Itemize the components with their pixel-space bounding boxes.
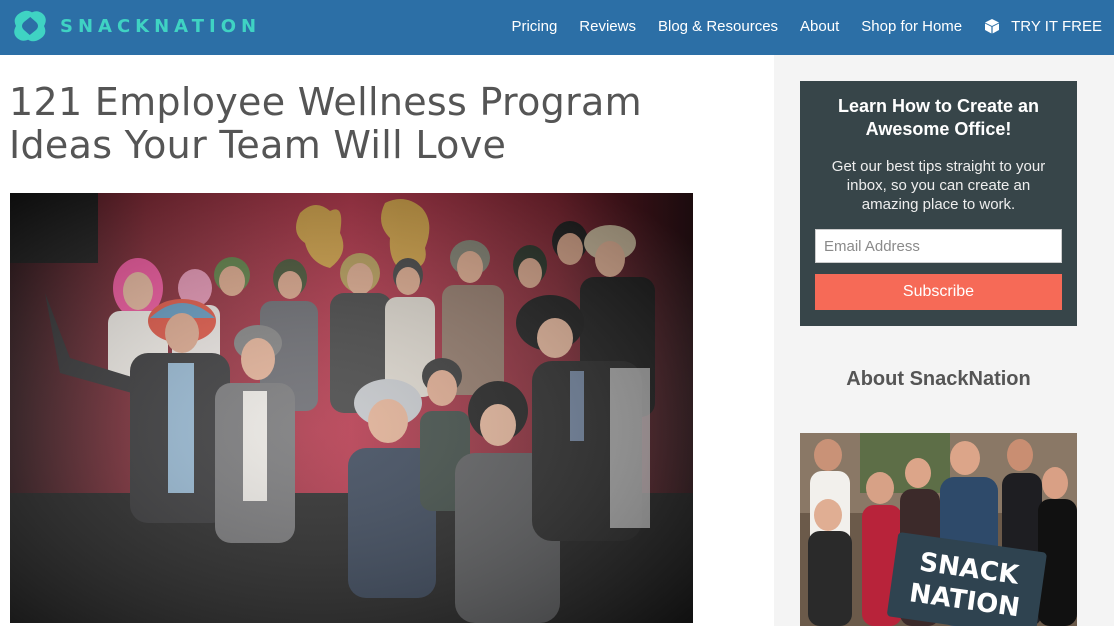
- subscribe-button[interactable]: Subscribe: [815, 274, 1062, 310]
- nav-shop-for-home[interactable]: Shop for Home: [861, 18, 962, 35]
- email-address-input[interactable]: [815, 229, 1062, 263]
- article-title-line-1: 121 Employee Wellness Program: [9, 80, 642, 124]
- about-team-image: SNACK NATION: [800, 433, 1077, 626]
- signup-title: Learn How to Create an Awesome Office!: [800, 95, 1077, 141]
- signup-description-line-1: Get our best tips straight to your: [831, 158, 1046, 175]
- signup-title-line-2: Awesome Office!: [865, 119, 1012, 139]
- try-it-free-link[interactable]: TRY IT FREE: [984, 18, 1102, 35]
- nav-pricing[interactable]: Pricing: [511, 18, 557, 35]
- signup-title-line-1: Learn How to Create an: [837, 96, 1040, 116]
- main-nav: Pricing Reviews Blog & Resources About S…: [489, 0, 1102, 52]
- article-title: 121 Employee Wellness Program Ideas Your…: [9, 81, 709, 167]
- logo-mark-icon: [14, 10, 46, 42]
- site-header: SNACKNATION Pricing Reviews Blog & Resou…: [0, 0, 1114, 55]
- team-photo: SNACK NATION: [800, 433, 1077, 626]
- logo-text: SNACKNATION: [60, 15, 262, 37]
- snacknation-logo[interactable]: SNACKNATION: [10, 8, 261, 44]
- article-title-line-2: Ideas Your Team Will Love: [9, 123, 507, 167]
- about-snacknation-heading: About SnackNation: [846, 368, 1031, 390]
- newsletter-signup-box: Learn How to Create an Awesome Office! G…: [800, 81, 1077, 326]
- signup-description-line-3: amazing place to work.: [861, 196, 1016, 213]
- nav-blog-resources[interactable]: Blog & Resources: [658, 18, 778, 35]
- try-it-free-label: TRY IT FREE: [1011, 17, 1102, 35]
- nav-about[interactable]: About: [800, 18, 839, 35]
- signup-description: Get our best tips straight to your inbox…: [812, 157, 1065, 214]
- nav-reviews[interactable]: Reviews: [579, 18, 636, 35]
- article-hero-image: [10, 193, 693, 623]
- box-icon: [985, 19, 1000, 34]
- party-photo: [10, 193, 693, 623]
- signup-description-line-2: inbox, so you can create an: [846, 177, 1031, 194]
